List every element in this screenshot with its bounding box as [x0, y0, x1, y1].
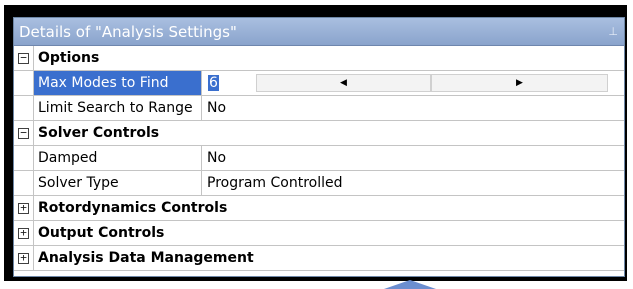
- pin-icon[interactable]: ⊥: [608, 18, 618, 46]
- group-solver-controls: − Solver Controls: [14, 121, 624, 146]
- group-output-controls: + Output Controls: [14, 221, 624, 246]
- group-options: − Options: [14, 46, 624, 71]
- row-indent: [14, 96, 34, 120]
- row-indent: [14, 71, 34, 95]
- property-row-solver-type[interactable]: Solver Type Program Controlled: [14, 171, 624, 196]
- max-modes-value[interactable]: 6: [208, 75, 219, 91]
- property-row-damped[interactable]: Damped No: [14, 146, 624, 171]
- property-grid: − Options Max Modes to Find 6 ◀ ▶ Limit …: [14, 46, 624, 271]
- details-panel: Details of "Analysis Settings" ⊥ − Optio…: [13, 17, 625, 277]
- group-rotordynamics: + Rotordynamics Controls: [14, 196, 624, 221]
- pointer-arrow-icon: [384, 280, 436, 289]
- collapse-solver-toggle[interactable]: −: [14, 121, 34, 145]
- spin-increase-button[interactable]: ▶: [431, 74, 608, 92]
- property-name-damped[interactable]: Damped: [34, 146, 202, 170]
- group-analysis-data: + Analysis Data Management: [14, 246, 624, 271]
- panel-titlebar: Details of "Analysis Settings" ⊥: [14, 18, 624, 46]
- plus-icon: +: [18, 252, 29, 264]
- property-name-solver-type[interactable]: Solver Type: [34, 171, 202, 195]
- group-label-options: Options: [38, 50, 100, 66]
- group-label-solver: Solver Controls: [38, 125, 160, 141]
- group-label-analysis-data: Analysis Data Management: [38, 250, 254, 266]
- collapse-options-toggle[interactable]: −: [14, 46, 34, 70]
- minus-icon: −: [18, 52, 29, 64]
- property-value-damped[interactable]: No: [202, 146, 624, 170]
- property-value-solver-type[interactable]: Program Controlled: [202, 171, 624, 195]
- row-indent: [14, 146, 34, 170]
- expand-output-toggle[interactable]: +: [14, 221, 34, 245]
- max-modes-editor[interactable]: 6 ◀ ▶: [207, 71, 624, 95]
- arrow-left-icon: ◀: [340, 78, 347, 88]
- property-row-max-modes[interactable]: Max Modes to Find 6 ◀ ▶: [14, 71, 624, 96]
- plus-icon: +: [18, 227, 29, 239]
- arrow-right-icon: ▶: [516, 78, 523, 88]
- plus-icon: +: [18, 202, 29, 214]
- property-name-limit-search[interactable]: Limit Search to Range: [34, 96, 202, 120]
- panel-title: Details of "Analysis Settings": [19, 23, 237, 41]
- property-name-max-modes[interactable]: Max Modes to Find: [34, 71, 202, 95]
- group-label-rotordynamics: Rotordynamics Controls: [38, 200, 228, 216]
- row-indent: [14, 171, 34, 195]
- property-row-limit-search[interactable]: Limit Search to Range No: [14, 96, 624, 121]
- minus-icon: −: [18, 127, 29, 139]
- expand-rotordynamics-toggle[interactable]: +: [14, 196, 34, 220]
- group-label-output: Output Controls: [38, 225, 165, 241]
- property-value-max-modes[interactable]: 6 ◀ ▶: [202, 71, 624, 95]
- property-value-limit-search[interactable]: No: [202, 96, 624, 120]
- expand-analysis-data-toggle[interactable]: +: [14, 246, 34, 270]
- max-modes-input[interactable]: 6: [207, 73, 256, 93]
- spin-decrease-button[interactable]: ◀: [256, 74, 431, 92]
